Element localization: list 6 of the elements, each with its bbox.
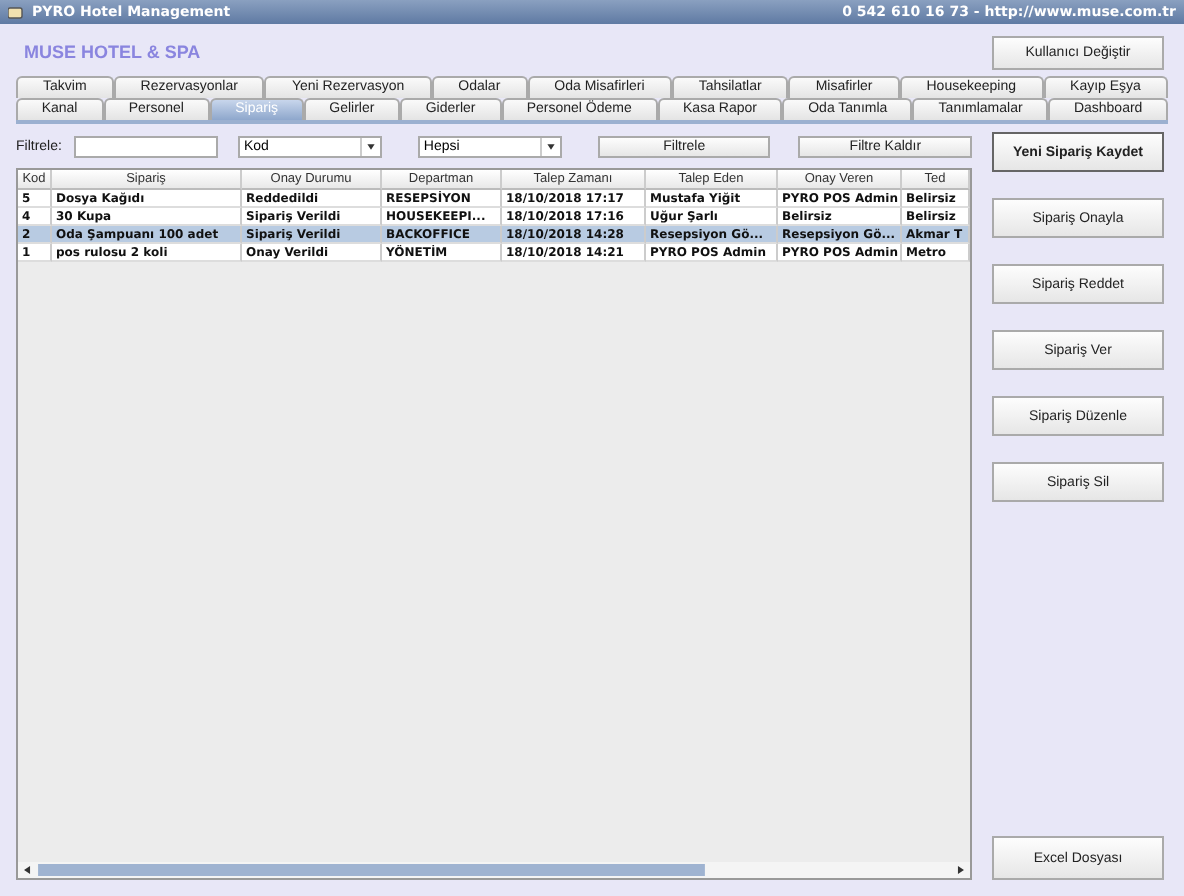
dropdown-arrow-icon — [359, 137, 380, 155]
horizontal-scrollbar[interactable] — [18, 862, 970, 878]
hotel-name: MUSE HOTEL & SPA — [24, 42, 203, 62]
app-icon — [8, 5, 24, 19]
dropdown-arrow-icon — [539, 137, 560, 155]
filter-input[interactable] — [73, 135, 218, 157]
